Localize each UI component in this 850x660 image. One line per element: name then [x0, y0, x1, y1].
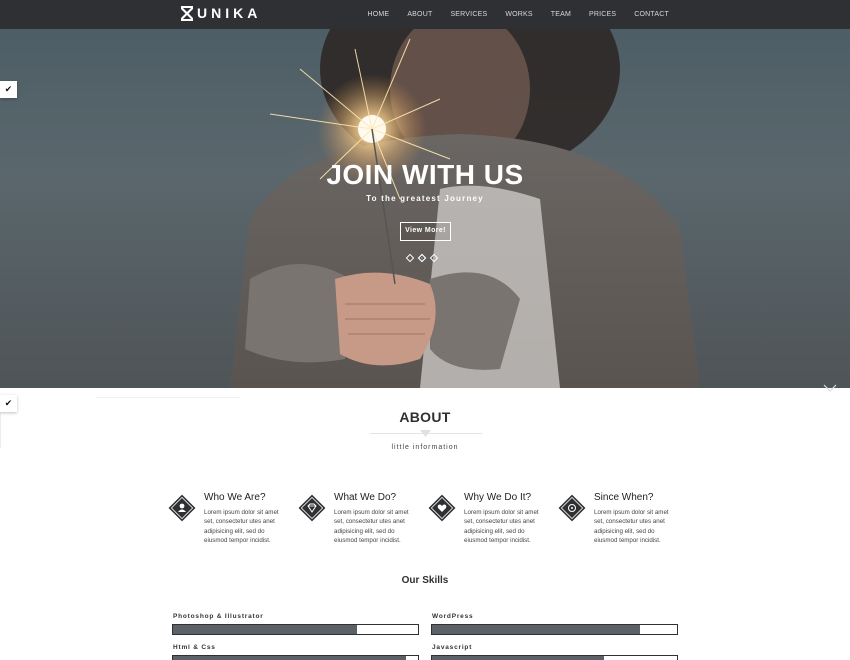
feature-title: Who We Are? — [204, 492, 266, 503]
feature-text: Lorem ipsum dolor sit amet set, consecte… — [334, 509, 409, 544]
user-icon — [168, 494, 196, 522]
slide-dot-3[interactable] — [429, 253, 439, 263]
style-switcher-tab-2[interactable]: ✔ — [0, 395, 17, 412]
skill-label: Photoshop & Illustrator — [173, 613, 264, 620]
nav-services[interactable]: SERVICES — [441, 0, 496, 29]
hourglass-logo-icon — [181, 6, 193, 21]
feature-title: Why We Do It? — [464, 492, 532, 503]
clock-icon — [558, 494, 586, 522]
feature-item: Since When? Lorem ipsum dolor sit amet s… — [558, 490, 688, 550]
skill-label: WordPress — [432, 613, 474, 620]
nav-prices[interactable]: PRICES — [580, 0, 625, 29]
slide-dot-2[interactable] — [417, 253, 427, 263]
slider-pagination — [405, 253, 439, 263]
about-features: Who We Are? Lorem ipsum dolor sit amet s… — [168, 490, 688, 550]
hero-subtitle: To the greatest Journey — [366, 194, 484, 203]
skill-progress-bar — [431, 655, 678, 660]
chevron-down-icon — [420, 430, 431, 437]
hero-title: JOIN WITH US — [326, 159, 524, 190]
slide-dot-1[interactable] — [405, 253, 415, 263]
nav-contact[interactable]: CONTACT — [625, 0, 669, 29]
feature-text: Lorem ipsum dolor sit amet set, consecte… — [594, 509, 669, 544]
style-switcher-tab[interactable]: ✔ — [0, 81, 17, 98]
nav-team[interactable]: TEAM — [542, 0, 580, 29]
heart-icon — [428, 494, 456, 522]
skill-label: Javascript — [432, 644, 473, 651]
skill-label: Html & Css — [173, 644, 216, 651]
hero-background-image — [230, 29, 700, 388]
skill-progress-fill — [432, 625, 641, 634]
feature-text: Lorem ipsum dolor sit amet set, consecte… — [204, 509, 279, 544]
logo[interactable]: UNIKA — [181, 6, 261, 21]
hero-slider: JOIN WITH US To the greatest Journey Vie… — [0, 29, 850, 388]
feature-text: Lorem ipsum dolor sit amet set, consecte… — [464, 509, 539, 544]
skill-progress-fill — [173, 625, 357, 634]
main-nav: HOME ABOUT SERVICES WORKS TEAM PRICES CO… — [359, 0, 670, 29]
navbar: UNIKA HOME ABOUT SERVICES WORKS TEAM PRI… — [0, 0, 850, 29]
about-subtitle: little information — [391, 444, 459, 451]
brush-icon: ✔ — [4, 84, 13, 94]
divider — [96, 397, 240, 398]
about-title: ABOUT — [399, 409, 451, 425]
nav-works[interactable]: WORKS — [496, 0, 541, 29]
skill-progress-bar — [172, 624, 419, 635]
feature-title: What We Do? — [334, 492, 397, 503]
nav-home[interactable]: HOME — [359, 0, 399, 29]
skill-progress-bar — [172, 655, 419, 660]
chevron-down-icon[interactable] — [823, 384, 837, 393]
feature-item: What We Do? Lorem ipsum dolor sit amet s… — [298, 490, 428, 550]
nav-about[interactable]: ABOUT — [398, 0, 441, 29]
skills-title: Our Skills — [401, 575, 449, 586]
feature-item: Who We Are? Lorem ipsum dolor sit amet s… — [168, 490, 298, 550]
skill-progress-fill — [173, 656, 406, 660]
diamond-icon — [298, 494, 326, 522]
feature-title: Since When? — [594, 492, 654, 503]
brand-name: UNIKA — [197, 5, 262, 21]
view-more-button[interactable]: View More! — [400, 222, 451, 241]
feature-item: Why We Do It? Lorem ipsum dolor sit amet… — [428, 490, 558, 550]
skill-progress-fill — [432, 656, 604, 660]
brush-icon: ✔ — [4, 398, 13, 408]
skill-progress-bar — [431, 624, 678, 635]
